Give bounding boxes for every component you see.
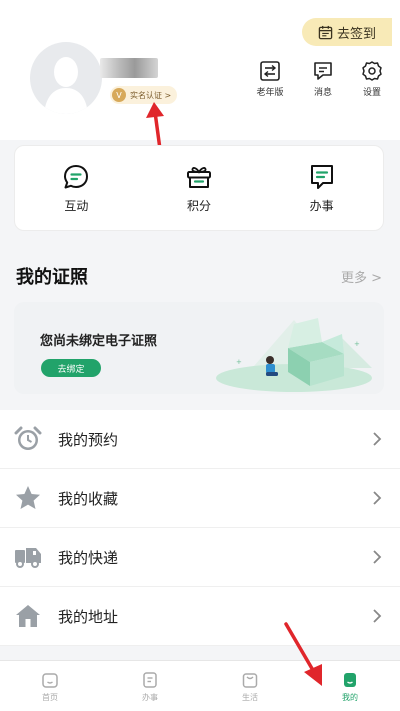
- menu-item-deliveries[interactable]: 我的快递: [0, 528, 400, 587]
- real-name-verify-badge[interactable]: V 实名认证 >: [110, 86, 178, 104]
- menu-item-appointments[interactable]: 我的预约: [0, 410, 400, 469]
- menu-item-addresses[interactable]: 我的地址: [0, 587, 400, 646]
- tab-label: 我的: [342, 692, 358, 702]
- checkin-button[interactable]: 去签到: [302, 18, 392, 46]
- alarm-clock-icon: [14, 426, 42, 450]
- certificates-title: 我的证照: [16, 267, 88, 288]
- settings-label: 设置: [362, 88, 381, 98]
- menu-item-favorites[interactable]: 我的收藏: [0, 469, 400, 528]
- certificate-empty-text: 您尚未绑定电子证照: [40, 334, 158, 349]
- home-icon: [42, 672, 58, 688]
- star-icon: [16, 486, 40, 509]
- profile-icon: [344, 672, 356, 687]
- quick-action-label: 积分: [186, 198, 211, 213]
- chevron-right-icon: [373, 491, 382, 505]
- verify-label: 实名认证 >: [130, 90, 172, 100]
- bottom-tab-bar: 首页 办事 生活 我的: [0, 660, 400, 711]
- quick-action-label: 办事: [309, 198, 334, 213]
- quick-action-interaction[interactable]: 互动: [31, 163, 121, 214]
- quick-actions-card: 互动 积分 办事: [14, 145, 384, 231]
- chat-bubble-icon: [64, 164, 89, 188]
- quick-action-affairs[interactable]: 办事: [277, 163, 367, 214]
- more-link[interactable]: 更多 >: [341, 267, 382, 286]
- username-redacted: [100, 58, 158, 78]
- calendar-icon: [318, 25, 333, 39]
- svg-text:+: +: [236, 358, 242, 366]
- menu-item-label: 我的快递: [58, 548, 119, 567]
- chevron-right-icon: [373, 432, 382, 446]
- house-icon: [16, 605, 40, 627]
- chevron-right-icon: [373, 550, 382, 564]
- messages-button[interactable]: 消息: [301, 60, 345, 98]
- menu-item-label: 我的收藏: [58, 489, 119, 508]
- menu-item-label: 我的预约: [58, 430, 119, 449]
- elder-mode-button[interactable]: 老年版: [248, 60, 292, 98]
- tab-mine[interactable]: 我的: [300, 661, 400, 711]
- tab-life[interactable]: 生活: [200, 661, 300, 711]
- messages-label: 消息: [313, 88, 332, 98]
- message-icon: [314, 62, 332, 80]
- tab-affairs[interactable]: 办事: [100, 661, 200, 711]
- quick-action-points[interactable]: 积分: [154, 163, 244, 214]
- empty-box-illustration: + +: [216, 318, 372, 392]
- affairs-icon: [143, 671, 157, 688]
- elder-mode-icon: [260, 61, 280, 81]
- user-silhouette-icon: [44, 57, 88, 114]
- checkin-label: 去签到: [336, 26, 376, 42]
- elder-mode-label: 老年版: [256, 88, 284, 98]
- truck-icon: [15, 548, 41, 568]
- menu-list: 我的预约 我的收藏 我的快递 我的地址: [0, 410, 400, 646]
- tab-home[interactable]: 首页: [0, 661, 100, 711]
- settings-button[interactable]: 设置: [350, 60, 394, 98]
- shopping-bag-icon: [242, 672, 258, 688]
- avatar[interactable]: [30, 42, 102, 114]
- tab-label: 首页: [42, 692, 58, 702]
- document-icon: [310, 164, 333, 189]
- gear-icon: [362, 61, 382, 81]
- svg-text:+: +: [354, 340, 360, 348]
- tab-label: 生活: [242, 692, 258, 702]
- gift-icon: [186, 166, 211, 188]
- tab-label: 办事: [142, 692, 158, 702]
- certificate-empty-card: 您尚未绑定电子证照 去绑定 + +: [14, 302, 384, 394]
- menu-item-label: 我的地址: [58, 607, 119, 626]
- quick-action-label: 互动: [64, 198, 89, 213]
- bind-certificate-button[interactable]: 去绑定: [41, 359, 101, 377]
- chevron-right-icon: [373, 609, 382, 623]
- verify-v-icon: V: [112, 88, 126, 102]
